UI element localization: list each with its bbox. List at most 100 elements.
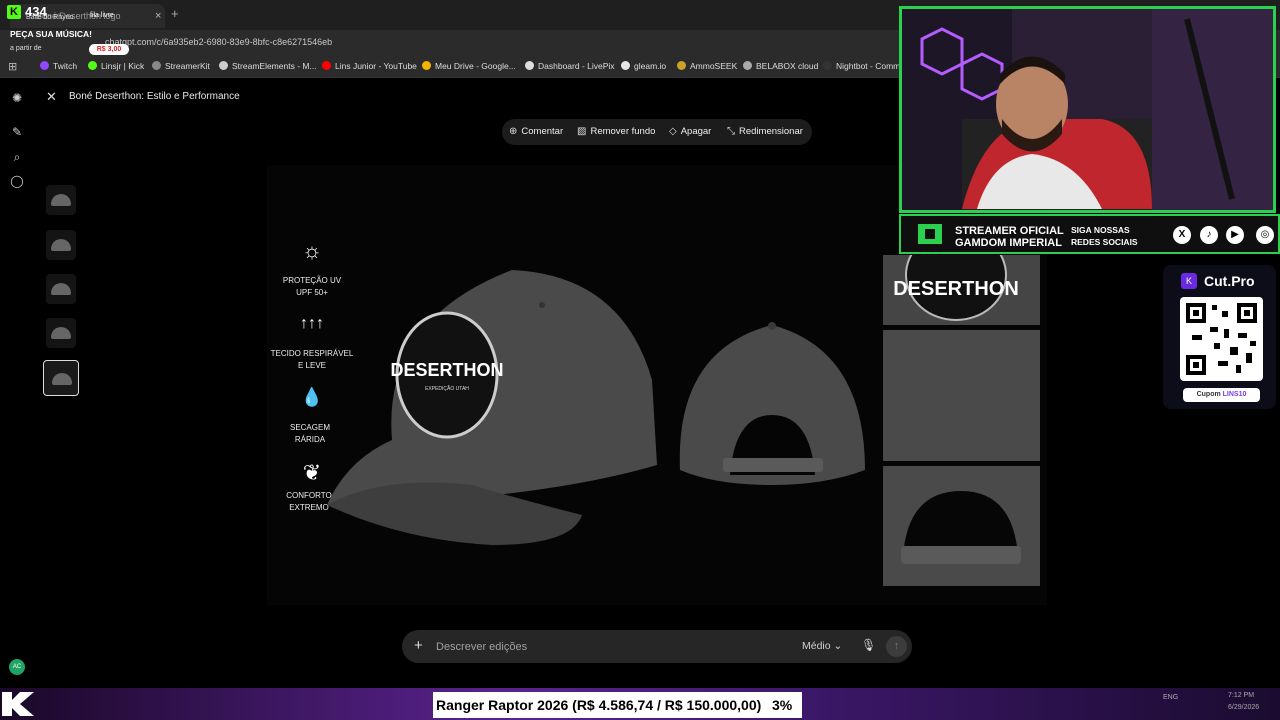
- thumbnail-1[interactable]: [46, 185, 76, 215]
- page-title: Boné Deserthon: Estilo e Performance: [69, 91, 240, 102]
- bookmark-label: Linsjr | Kick: [101, 61, 145, 71]
- comment-label: Comentar: [521, 126, 564, 137]
- tray-language[interactable]: ENG: [1163, 694, 1178, 701]
- avatar[interactable]: AC: [9, 659, 25, 675]
- erase-button[interactable]: ◇ Apagar: [669, 126, 711, 137]
- bookmark-9[interactable]: BELABOX cloud: [743, 61, 818, 71]
- bookmark-6[interactable]: Dashboard - LivePix: [525, 61, 615, 71]
- song-request-title: PEÇA SUA MÚSICA!: [10, 29, 93, 39]
- bookmark-favicon-icon: [422, 61, 431, 70]
- bookmark-label: Lins Junior - YouTube: [335, 61, 417, 71]
- bookmark-favicon-icon: [322, 61, 331, 70]
- bookmark-3[interactable]: StreamElements - M...: [219, 61, 317, 71]
- logo-closeup-image: DESERTHON: [883, 255, 1040, 325]
- thumbnail-3[interactable]: [46, 274, 76, 304]
- bookmark-favicon-icon: [219, 61, 228, 70]
- cap-thumbnail-image: [51, 283, 71, 295]
- song-request-from: a partir de: [10, 45, 42, 52]
- donation-goal-percent: 3%: [772, 697, 793, 713]
- url-text[interactable]: chatgpt.com/c/6a935eb2-6980-83e9-8bfc-c8…: [105, 37, 332, 47]
- cap-thumbnail-image: [52, 373, 72, 385]
- bookmark-favicon-icon: [621, 61, 630, 70]
- new-tab-icon[interactable]: +: [171, 6, 179, 21]
- donation-goal: Ranger Raptor 2026 (R$ 4.586,74 / R$ 150…: [433, 692, 802, 718]
- bookmark-label: Twitch: [53, 61, 78, 71]
- streamer-webcam-image: [902, 9, 1273, 210]
- cap-thumbnail-image: [51, 327, 71, 339]
- x-twitter-icon: X: [1173, 226, 1191, 244]
- add-attachment-icon[interactable]: +: [414, 637, 423, 654]
- edit-prompt-bar: + Médio ⌄ 🎙 ↑: [402, 630, 912, 663]
- cap-thumbnail-image: [51, 194, 71, 206]
- bookmark-label: Dashboard - LivePix: [538, 61, 615, 71]
- bookmark-label: gleam.io: [634, 61, 667, 71]
- bookmark-2[interactable]: StreamerKit: [152, 61, 210, 71]
- closeup-logo-text: DESERTHON: [893, 278, 1019, 300]
- bookmark-label: Meu Drive - Google...: [435, 61, 516, 71]
- bookmark-7[interactable]: gleam.io: [621, 61, 666, 71]
- banner-social-2: REDES SOCIAIS: [1071, 237, 1138, 247]
- bookmark-label: AmmoSEEK: [690, 61, 738, 71]
- chat-bubble-icon[interactable]: ◯: [10, 174, 24, 188]
- bookmark-favicon-icon: [40, 61, 49, 70]
- bookmark-0[interactable]: Twitch: [40, 61, 77, 71]
- banner-social-1: SIGA NOSSAS: [1071, 225, 1130, 235]
- erase-label: Apagar: [680, 126, 712, 137]
- resize-button[interactable]: ⤡ Redimensionar: [727, 126, 803, 137]
- thumbnail-2[interactable]: [46, 230, 76, 260]
- tiktok-icon: ♪: [1200, 226, 1218, 244]
- bookmark-10[interactable]: Nightbot - Comm...: [823, 61, 907, 71]
- youtube-icon: ▶: [1226, 226, 1244, 244]
- donation-goal-text: Ranger Raptor 2026 (R$ 4.586,74 / R$ 150…: [436, 697, 762, 713]
- close-editor-icon[interactable]: ✕: [46, 89, 57, 105]
- instagram-icon: ◎: [1256, 226, 1274, 244]
- quality-mode-label: Médio: [802, 640, 831, 652]
- search-icon[interactable]: ⌕: [10, 150, 24, 164]
- comment-button[interactable]: ⊕ Comentar: [509, 126, 563, 137]
- openai-logo-icon[interactable]: ✺: [10, 91, 24, 105]
- queue-status: fila livre: [90, 12, 114, 19]
- eraser-icon: ◇: [669, 126, 677, 137]
- thumbnail-4[interactable]: [46, 318, 76, 348]
- chevron-down-icon: ⌄: [833, 640, 843, 652]
- cutpro-brand: Cut.Pro: [1204, 273, 1255, 289]
- remove-background-button[interactable]: ▨ Remover fundo: [577, 126, 655, 137]
- side-photo-strap: [883, 466, 1040, 586]
- cap-thumbnail-image: [51, 239, 71, 251]
- quality-mode-dropdown[interactable]: Médio ⌄: [802, 640, 842, 652]
- bookmark-favicon-icon: [823, 61, 832, 70]
- qr-code-image: [1180, 297, 1263, 381]
- new-chat-icon[interactable]: ✎: [10, 125, 24, 139]
- bookmark-8[interactable]: AmmoSEEK: [677, 61, 737, 71]
- microphone-icon[interactable]: 🎙: [861, 638, 876, 652]
- bookmark-4[interactable]: Lins Junior - YouTube: [322, 61, 417, 71]
- tray-date: 6/29/2026: [1228, 704, 1260, 711]
- qr-code-icon: [1186, 303, 1257, 375]
- banner-title-1: STREAMER OFICIAL: [955, 225, 1064, 237]
- bookmark-favicon-icon: [677, 61, 686, 70]
- bookmark-favicon-icon: [525, 61, 534, 70]
- kick-channel-name: Baile do Rhyno: [26, 14, 74, 21]
- cap-logo-subtext: EXPEDIÇÃO UTAH: [425, 385, 469, 392]
- sponsor-banner: STREAMER OFICIAL GAMDOM IMPERIAL SIGA NO…: [899, 214, 1280, 254]
- tab-close-icon[interactable]: ×: [155, 10, 161, 22]
- send-button[interactable]: ↑: [886, 636, 907, 657]
- bookmark-1[interactable]: Linsjr | Kick: [88, 61, 144, 71]
- resize-icon: ⤡: [727, 126, 735, 137]
- bookmark-label: BELABOX cloud: [756, 61, 819, 71]
- side-photo-logo: DESERTHON: [883, 255, 1040, 325]
- describe-edits-input[interactable]: [436, 639, 776, 655]
- bookmark-favicon-icon: [152, 61, 161, 70]
- gamdom-logo-icon: [918, 224, 942, 244]
- strap-closeup-image: [883, 466, 1040, 586]
- remove-background-label: Remover fundo: [590, 126, 656, 137]
- resize-label: Redimensionar: [739, 126, 803, 137]
- bookmark-5[interactable]: Meu Drive - Google...: [422, 61, 516, 71]
- apps-grid-icon[interactable]: ⊞: [8, 60, 17, 73]
- coupon-label: Cupom: [1196, 391, 1221, 398]
- comment-icon: ⊕: [509, 126, 518, 137]
- banner-title-2: GAMDOM IMPERIAL: [955, 237, 1062, 249]
- tray-time: 7:12 PM: [1228, 692, 1255, 699]
- side-photo-mesh: [883, 330, 1040, 461]
- thumbnail-5-selected[interactable]: [43, 360, 79, 396]
